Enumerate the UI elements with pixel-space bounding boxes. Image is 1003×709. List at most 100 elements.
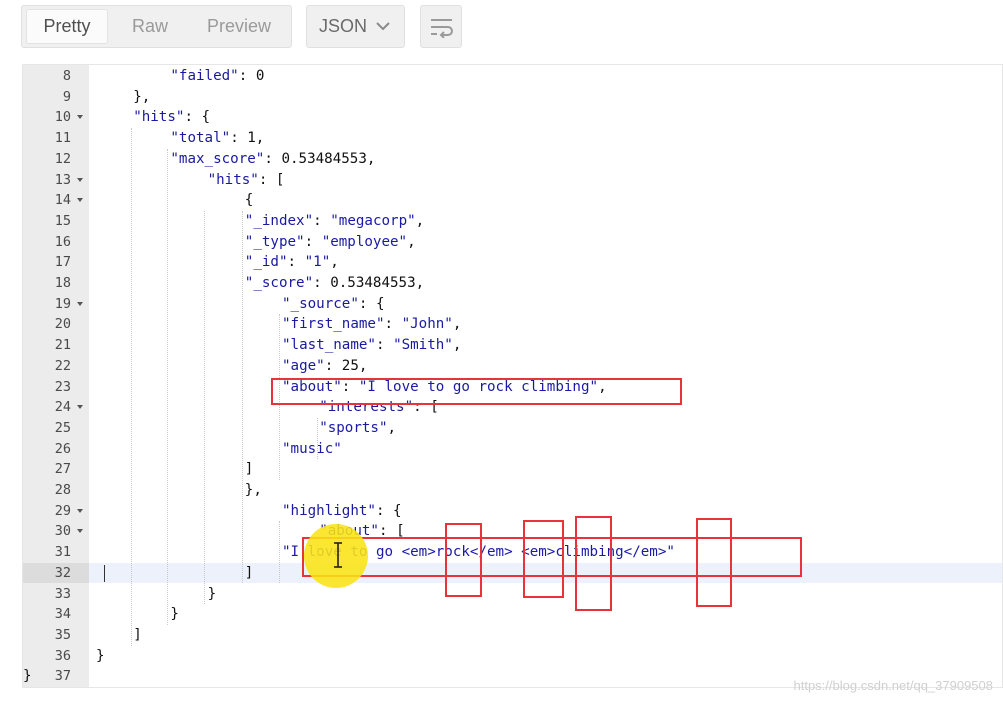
line-number: 30 (54, 523, 71, 540)
json-key: "hits" (207, 171, 259, 188)
json-punct: : { (375, 502, 402, 519)
text-cursor (104, 565, 105, 582)
indent-guide (167, 148, 168, 625)
fold-toggle-icon[interactable] (77, 115, 83, 120)
json-punct: } (23, 668, 32, 685)
fold-toggle-icon[interactable] (77, 177, 83, 182)
line-number: 32 (54, 564, 71, 581)
line-number: 18 (54, 275, 71, 291)
code-line: 16 "_type": "employee", (23, 232, 1002, 253)
code-text: "_source": { (282, 294, 385, 315)
code-text: } (96, 646, 105, 667)
json-punct: , (415, 212, 425, 229)
annotation-box-em-close-2 (696, 518, 732, 607)
code-line: 19 "_source": { (23, 294, 1002, 315)
code-line: 8 "failed": 0 (23, 66, 1002, 87)
code-line: 12 "max_score": 0.53484553, (23, 149, 1002, 170)
code-line: 9}, (23, 87, 1002, 108)
line-number-cell: 33 (23, 584, 89, 605)
fold-toggle-icon[interactable] (77, 508, 83, 513)
wrap-lines-icon (431, 19, 453, 38)
json-punct: : { (184, 109, 211, 126)
format-dropdown[interactable]: JSON (306, 5, 405, 48)
json-string: "sports" (319, 419, 388, 436)
line-number-cell: 14 (23, 190, 89, 211)
code-line: 18 "_score": 0.53484553, (23, 273, 1002, 294)
response-body-editor[interactable]: 8 "failed": 0 9}, 10 "hits": {11 "total": 1, 1… (22, 64, 1003, 688)
json-punct: ] (133, 626, 142, 643)
line-number-cell: 9 (23, 87, 89, 108)
json-string: "employee" (321, 233, 408, 250)
code-text: { (245, 190, 254, 211)
fold-toggle-icon[interactable] (77, 198, 83, 203)
code-text: }, (133, 87, 150, 108)
json-punct: : (304, 233, 322, 250)
json-key: "max_score" (170, 150, 265, 167)
code-line: 14 { (23, 190, 1002, 211)
code-text: }, (245, 480, 262, 501)
line-number: 37 (54, 668, 71, 685)
tab-raw[interactable]: Raw (120, 10, 180, 43)
json-key: "_id" (244, 254, 288, 271)
line-number: 14 (54, 192, 71, 209)
json-key: "total" (170, 130, 231, 147)
tab-preview[interactable]: Preview (194, 10, 284, 43)
json-punct: : 0.53484553, (313, 275, 425, 291)
json-punct: : (313, 212, 331, 229)
code-text: "age": 25, (282, 356, 367, 377)
line-number: 21 (54, 337, 71, 354)
json-string: "megacorp" (330, 212, 416, 229)
code-text: "total": 1, (170, 128, 264, 149)
code-line: 35] (23, 625, 1002, 646)
fold-toggle-icon[interactable] (77, 301, 83, 306)
json-punct: , (387, 419, 397, 436)
fold-toggle-icon[interactable] (77, 529, 83, 534)
line-number: 33 (54, 585, 71, 602)
annotation-box-em-open-2 (575, 516, 612, 611)
code-line: 27] (23, 459, 1002, 480)
code-line: 11 "total": 1, (23, 128, 1002, 149)
line-number: 11 (54, 130, 71, 147)
code-text: "sports", (319, 418, 396, 439)
line-number-cell: 28 (23, 480, 89, 501)
json-key: "_index" (244, 212, 314, 229)
line-number: 27 (54, 461, 71, 478)
json-punct: } (170, 606, 179, 623)
line-number: 17 (54, 254, 71, 271)
view-mode-segmented-control: Pretty Raw Preview (21, 5, 292, 48)
code-text: "_index": "megacorp", (245, 211, 424, 232)
json-punct: : (375, 337, 394, 354)
line-number: 8 (62, 68, 71, 84)
indent-guide (317, 417, 318, 460)
code-text: } (23, 666, 32, 687)
json-string: "John" (401, 316, 453, 333)
code-line: 13 "hits": [ (23, 170, 1002, 191)
json-punct: : 25, (324, 357, 368, 374)
json-key: "first_name" (282, 316, 385, 333)
line-number-cell: 15 (23, 211, 89, 232)
json-punct: , (452, 316, 462, 333)
response-toolbar: Pretty Raw Preview JSON (0, 0, 1003, 60)
code-text: "_id": "1", (245, 252, 339, 273)
line-number: 28 (54, 482, 71, 498)
line-number-cell: 17 (23, 252, 89, 273)
fold-toggle-icon[interactable] (77, 405, 83, 410)
json-punct: , (407, 233, 416, 250)
code-line: 33} (23, 584, 1002, 605)
wrap-lines-button[interactable] (420, 5, 462, 48)
json-key: "failed" (170, 68, 239, 84)
line-number: 24 (54, 399, 71, 416)
json-punct: : 0 (238, 68, 265, 84)
tab-pretty[interactable]: Pretty (27, 10, 107, 43)
json-string: "music" (282, 440, 342, 457)
line-number-cell: 31 (23, 542, 89, 563)
json-punct: }, (244, 482, 262, 498)
line-number: 23 (54, 378, 71, 395)
line-number-cell: 8 (23, 66, 89, 87)
ibeam-cursor-icon (334, 542, 342, 568)
code-line: 29 "highlight": { (23, 501, 1002, 522)
line-number: 36 (54, 647, 71, 664)
line-number: 31 (54, 544, 71, 561)
code-text: "failed": 0 (170, 66, 264, 87)
json-punct: : 0.53484553, (264, 150, 376, 167)
